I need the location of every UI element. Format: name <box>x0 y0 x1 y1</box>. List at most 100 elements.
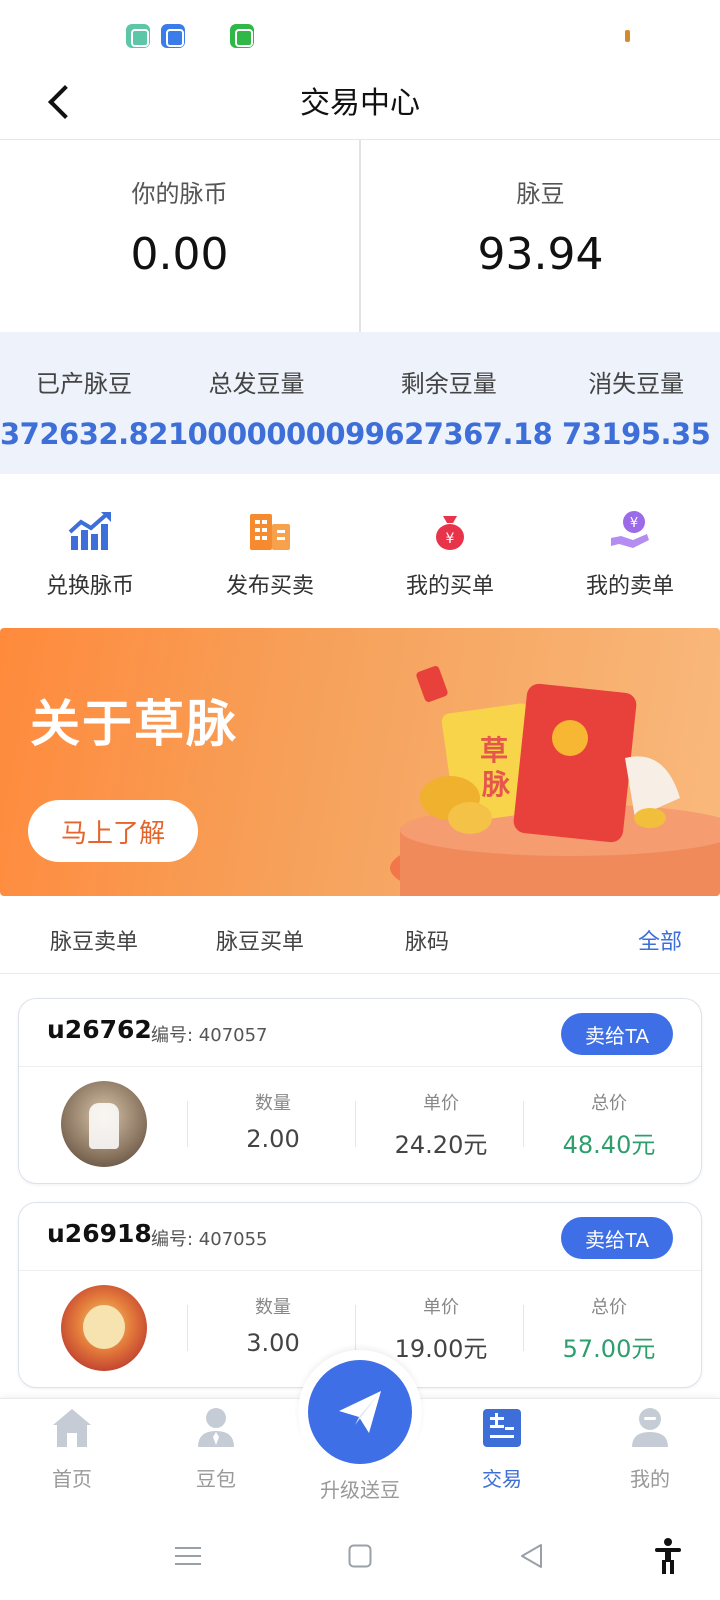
trend-chart-icon <box>68 512 111 550</box>
balance-panel: 你的脉币 0.00 脉豆 93.94 <box>0 140 720 332</box>
avatar <box>61 1081 147 1167</box>
building-icon <box>250 514 290 550</box>
action-label: 我的买单 <box>405 574 494 599</box>
home-square-icon[interactable] <box>344 1540 376 1572</box>
svg-text:脉: 脉 <box>482 768 511 801</box>
nav-label: 首页 <box>52 1467 92 1491</box>
nav-label: 交易 <box>482 1467 522 1491</box>
avatar-figure <box>89 1103 119 1149</box>
stat-value: 372632.82 <box>0 417 168 451</box>
nav-trade[interactable]: 交易 <box>442 1405 562 1492</box>
bean-balance: 脉豆 93.94 <box>359 140 720 332</box>
tab-bean-sell-orders[interactable]: 脉豆卖单 <box>50 924 138 956</box>
total-price-value: 57.00元 <box>562 1335 656 1363</box>
home-icon <box>53 1409 91 1447</box>
order-card-header: u26918 编号: 407055 卖给TA <box>19 1203 701 1271</box>
total-price-label: 总价 <box>591 1093 627 1114</box>
total-price-value: 48.40元 <box>562 1131 656 1159</box>
tab-all[interactable]: 全部 <box>638 924 682 956</box>
sell-to-user-button[interactable]: 卖给TA <box>561 1217 673 1259</box>
video-app-notification-icon <box>230 24 254 48</box>
stat-vanished: 消失豆量 73195.35 <box>552 332 720 474</box>
action-label: 我的卖单 <box>585 574 674 599</box>
svg-text:¥: ¥ <box>446 531 455 547</box>
header: 交易中心 <box>0 64 720 140</box>
banner-title: 关于草脉 <box>30 695 238 753</box>
chat-notification-icon <box>161 24 185 48</box>
avatar <box>61 1285 147 1371</box>
unit-price-column: 单价 19.00元 <box>361 1293 521 1364</box>
stat-total-issued: 总发豆量 100000000 <box>167 332 346 474</box>
action-label: 兑换脉币 <box>45 574 134 599</box>
divider <box>355 1101 356 1147</box>
order-number: 编号: 407055 <box>151 1229 268 1250</box>
order-username: u26918 <box>47 1219 152 1248</box>
stat-value: 99627367.18 <box>345 417 553 451</box>
app-notification-icon <box>126 24 150 48</box>
nav-home[interactable]: 首页 <box>12 1405 132 1492</box>
stat-produced: 已产脉豆 372632.82 <box>0 332 168 474</box>
publish-trade-action[interactable]: 发布买卖 <box>180 474 360 626</box>
coin-balance: 你的脉币 0.00 <box>0 140 359 332</box>
quantity-label: 数量 <box>255 1297 291 1318</box>
total-price-column: 总价 48.40元 <box>529 1089 689 1160</box>
quick-actions: 兑换脉币 发布买卖 ¥ 我的买单 ¥ 我的卖单 <box>0 474 720 626</box>
divider <box>523 1101 524 1147</box>
order-card: u26762 编号: 407057 卖给TA 数量 2.00 单价 24.20元… <box>18 998 702 1184</box>
stat-value: 73195.35 <box>562 417 711 451</box>
quantity-column: 数量 2.00 <box>193 1089 353 1153</box>
tab-pulse-code[interactable]: 脉码 <box>405 924 449 956</box>
nav-mine[interactable]: 我的 <box>590 1405 710 1492</box>
stat-value: 100000000 <box>167 417 346 451</box>
my-buy-orders-action[interactable]: ¥ 我的买单 <box>360 474 540 626</box>
quantity-value: 3.00 <box>246 1329 300 1357</box>
divider <box>523 1305 524 1351</box>
red-envelope-illustration: 草 脉 <box>390 665 720 896</box>
coin-balance-value: 0.00 <box>130 229 229 280</box>
upgrade-gift-beans-label: 升级送豆 <box>320 1478 400 1502</box>
order-username: u26762 <box>47 1015 152 1044</box>
bean-balance-label: 脉豆 <box>516 180 565 208</box>
my-sell-orders-action[interactable]: ¥ 我的卖单 <box>540 474 720 626</box>
menu-icon[interactable] <box>172 1540 204 1572</box>
coin-balance-label: 你的脉币 <box>131 180 228 208</box>
nav-label: 豆包 <box>196 1467 236 1491</box>
avatar-figure <box>83 1305 125 1349</box>
money-bag-icon: ¥ <box>436 516 464 550</box>
stat-label: 总发豆量 <box>208 370 305 398</box>
nav-label: 我的 <box>630 1467 670 1491</box>
upgrade-gift-beans-button[interactable] <box>308 1360 412 1464</box>
back-triangle-icon[interactable] <box>516 1540 548 1572</box>
divider <box>187 1101 188 1147</box>
tab-bean-buy-orders[interactable]: 脉豆买单 <box>216 924 304 956</box>
paper-plane-icon <box>339 1391 381 1433</box>
bean-balance-value: 93.94 <box>477 229 604 280</box>
stat-label: 剩余豆量 <box>400 370 497 398</box>
promo-banner[interactable]: 关于草脉 马上了解 草 脉 <box>0 628 720 896</box>
quantity-value: 2.00 <box>246 1125 300 1153</box>
total-price-column: 总价 57.00元 <box>529 1293 689 1364</box>
profile-icon <box>632 1408 668 1447</box>
svg-text:¥: ¥ <box>630 516 638 531</box>
page-title: 交易中心 <box>300 86 420 121</box>
action-label: 发布买卖 <box>225 574 314 599</box>
unit-price-value: 24.20元 <box>394 1131 488 1159</box>
learn-more-button[interactable]: 马上了解 <box>28 800 198 862</box>
quantity-label: 数量 <box>255 1093 291 1114</box>
stat-remaining: 剩余豆量 99627367.18 <box>345 332 553 474</box>
nav-beanbag[interactable]: 豆包 <box>156 1405 276 1492</box>
user-suit-icon <box>198 1408 234 1447</box>
battery-icon <box>625 30 630 42</box>
order-number: 编号: 407057 <box>151 1025 268 1046</box>
order-card-body: 数量 2.00 单价 24.20元 总价 48.40元 <box>19 1067 701 1183</box>
sell-to-user-button[interactable]: 卖给TA <box>561 1013 673 1055</box>
total-price-label: 总价 <box>591 1297 627 1318</box>
divider <box>355 1305 356 1351</box>
stat-label: 已产脉豆 <box>35 370 132 398</box>
svg-text:草: 草 <box>480 734 508 767</box>
trade-icon <box>483 1409 521 1447</box>
unit-price-label: 单价 <box>423 1093 459 1114</box>
accessibility-icon[interactable] <box>652 1538 684 1574</box>
quantity-column: 数量 3.00 <box>193 1293 353 1357</box>
exchange-coin-action[interactable]: 兑换脉币 <box>0 474 180 626</box>
